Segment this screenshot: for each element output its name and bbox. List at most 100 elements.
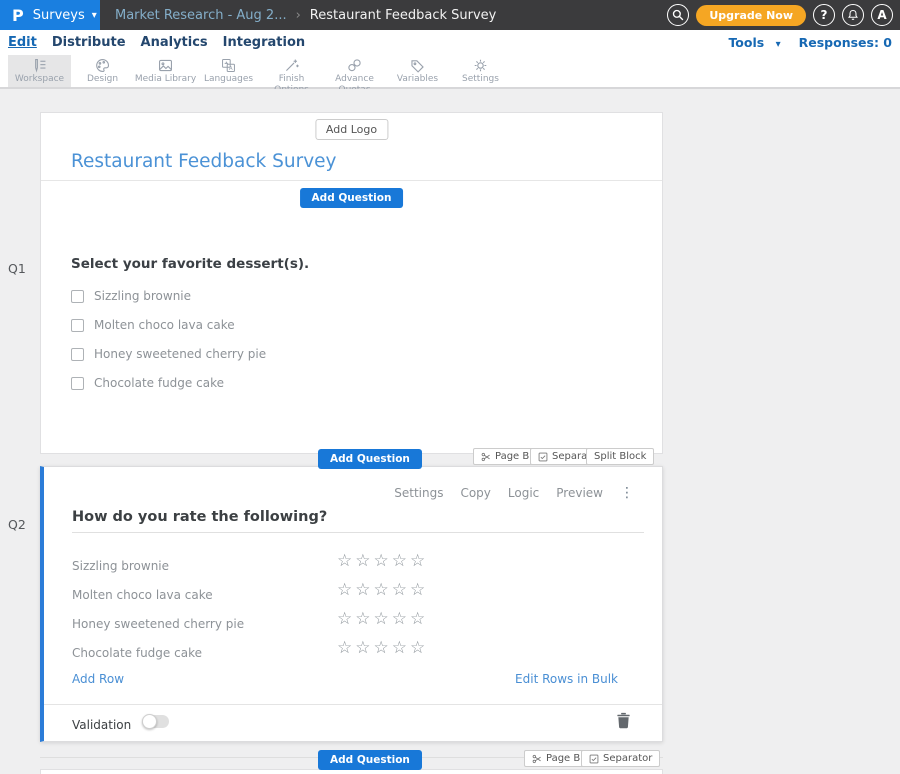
add-question-button-top[interactable]: Add Question [300,188,404,208]
q1-option-4-checkbox[interactable] [71,377,84,390]
q2-preview-button[interactable]: Preview [556,486,603,500]
star-icon[interactable]: ☆ [355,551,373,571]
surveys-menu[interactable]: Surveys [33,8,85,23]
star-icon[interactable]: ☆ [337,609,355,629]
chevron-down-icon: ▾ [776,39,781,50]
nav-right-links: Tools ▾ Responses: 0 [728,30,892,55]
tag-icon [409,57,426,74]
chevron-down-icon: ▾ [92,10,97,21]
add-question-button-mid[interactable]: Add Question [318,449,422,469]
workspace-icon [31,57,48,74]
toolbar-item-advance-quotas[interactable]: Advance Quotas [323,55,386,87]
breadcrumb-folder[interactable]: Market Research - Aug 2... [115,8,287,23]
survey-title[interactable]: Restaurant Feedback Survey [71,151,337,172]
star-icon[interactable]: ☆ [374,580,392,600]
search-icon [672,9,684,21]
star-icon[interactable]: ☆ [355,638,373,658]
q1-option-3-label[interactable]: Honey sweetened cherry pie [94,347,266,361]
star-icon[interactable]: ☆ [410,551,428,571]
tab-edit[interactable]: Edit [8,35,37,50]
star-icon[interactable]: ☆ [337,638,355,658]
table-row: Honey sweetened cherry pie ☆☆☆☆☆ [72,613,644,629]
q2-question-text[interactable]: How do you rate the following? [72,509,327,525]
divider [44,704,662,705]
star-icon[interactable]: ☆ [355,580,373,600]
star-icon[interactable]: ☆ [337,551,355,571]
q1-option-2-checkbox[interactable] [71,319,84,332]
q1-option-2-label[interactable]: Molten choco lava cake [94,318,235,332]
scissors-icon [532,754,542,764]
star-icon[interactable]: ☆ [392,638,410,658]
kebab-menu-icon[interactable]: ⋮ [620,485,634,501]
magic-wand-icon [283,57,300,74]
avatar-initial: A [877,8,886,22]
top-bar: P Surveys ▾ Market Research - Aug 2... ›… [0,0,900,30]
q2-settings-button[interactable]: Settings [394,486,443,500]
table-row: Chocolate fudge cake ☆☆☆☆☆ [72,642,644,658]
questionpro-logo: P [12,6,24,25]
trash-icon[interactable] [616,712,631,729]
add-question-row-1: Add Question [318,447,422,469]
validation-toggle[interactable] [142,715,169,728]
toolbar-item-workspace[interactable]: Workspace [8,55,71,87]
q2-row-3-label[interactable]: Honey sweetened cherry pie [72,617,244,631]
star-icon[interactable]: ☆ [410,609,428,629]
q2-row-1-label[interactable]: Sizzling brownie [72,559,169,573]
q2-row-2-label[interactable]: Molten choco lava cake [72,588,213,602]
star-icon[interactable]: ☆ [374,609,392,629]
tab-integration[interactable]: Integration [223,35,305,50]
toolbar-item-media-library[interactable]: Media Library [134,55,197,87]
separator-check-icon [538,452,548,462]
add-logo-button[interactable]: Add Logo [315,119,388,140]
star-icon[interactable]: ☆ [392,609,410,629]
q1-question-text[interactable]: Select your favorite dessert(s). [71,256,309,272]
svg-text:A: A [229,66,233,72]
star-icon[interactable]: ☆ [374,551,392,571]
notifications-button[interactable] [842,4,864,26]
star-icon[interactable]: ☆ [392,551,410,571]
star-icon[interactable]: ☆ [410,580,428,600]
q2-copy-button[interactable]: Copy [460,486,490,500]
q1-option-1-label[interactable]: Sizzling brownie [94,289,191,303]
star-icon[interactable]: ☆ [355,609,373,629]
list-item: Molten choco lava cake [71,318,266,332]
toolbar-item-variables[interactable]: Variables [386,55,449,87]
tab-analytics[interactable]: Analytics [141,35,208,50]
bell-icon [847,9,859,21]
q1-option-1-checkbox[interactable] [71,290,84,303]
separator-button-bottom[interactable]: Separator [581,750,660,767]
star-icon[interactable]: ☆ [392,580,410,600]
help-button[interactable]: ? [813,4,835,26]
breadcrumb-survey-name: Restaurant Feedback Survey [310,8,497,23]
q2-logic-button[interactable]: Logic [508,486,539,500]
responses-link[interactable]: Responses: 0 [799,35,892,50]
toolbar-item-finish-options[interactable]: Finish Options [260,55,323,87]
chain-links-icon [346,57,363,74]
star-icon[interactable]: ☆ [337,580,355,600]
scissors-icon [481,452,491,462]
avatar[interactable]: A [871,4,893,26]
q1-option-4-label[interactable]: Chocolate fudge cake [94,376,224,390]
split-block-button[interactable]: Split Block [586,448,654,465]
divider [41,180,662,181]
add-question-button-bottom[interactable]: Add Question [318,750,422,770]
divider [72,532,644,533]
toggle-knob [142,714,157,729]
add-row-link[interactable]: Add Row [72,672,124,686]
question-code-q1: Q1 [8,261,26,276]
star-icon[interactable]: ☆ [374,638,392,658]
q2-row-4-label[interactable]: Chocolate fudge cake [72,646,202,660]
q2-row-1-stars: ☆☆☆☆☆ [337,552,428,570]
tab-distribute[interactable]: Distribute [52,35,126,50]
star-icon[interactable]: ☆ [410,638,428,658]
questionpro-logo-area[interactable]: P Surveys ▾ [0,0,100,30]
toolbar-item-design[interactable]: Design [71,55,134,87]
survey-canvas: Q1 Q2 Add Logo Restaurant Feedback Surve… [0,89,900,774]
tools-menu[interactable]: Tools ▾ [728,35,780,50]
toolbar-item-settings[interactable]: Settings [449,55,512,87]
search-button[interactable] [667,4,689,26]
q1-option-3-checkbox[interactable] [71,348,84,361]
toolbar-item-languages[interactable]: A Languages [197,55,260,87]
upgrade-now-button[interactable]: Upgrade Now [696,5,806,26]
edit-rows-in-bulk-link[interactable]: Edit Rows in Bulk [515,672,618,686]
